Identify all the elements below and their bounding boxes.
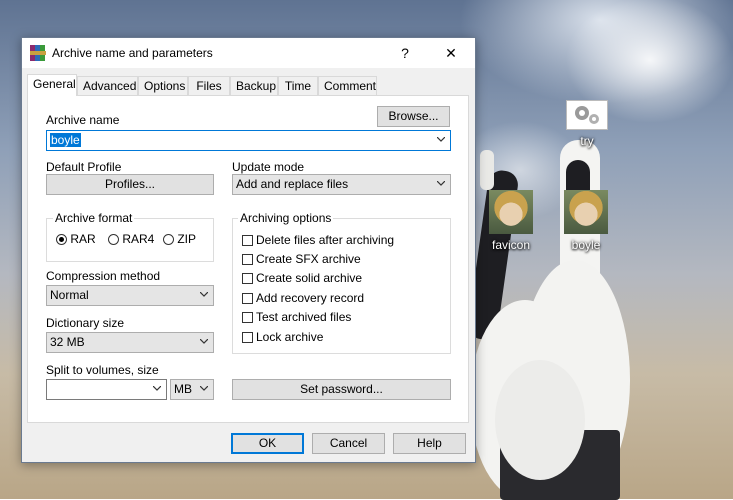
tab-time[interactable]: Time — [278, 76, 318, 95]
anime-avatar-icon — [564, 190, 608, 234]
check-label: Lock archive — [256, 330, 324, 344]
chevron-down-icon — [200, 292, 208, 297]
desktop-icon-favicon[interactable]: favicon — [481, 190, 541, 252]
split-volumes-label: Split to volumes, size — [46, 363, 159, 377]
radio-rar[interactable]: RAR — [56, 232, 96, 246]
update-mode-label: Update mode — [232, 160, 305, 174]
archive-format-label: Archive format — [53, 211, 135, 225]
update-mode-select[interactable]: Add and replace files — [232, 174, 451, 195]
dictionary-size-value: 32 MB — [50, 335, 85, 349]
check-label: Add recovery record — [256, 291, 365, 305]
checkbox-icon — [242, 293, 253, 304]
tab-backup[interactable]: Backup — [230, 76, 278, 95]
archive-name-value: boyle — [50, 133, 81, 147]
browse-button[interactable]: Browse... — [377, 106, 450, 127]
checkbox-icon — [242, 254, 253, 265]
checkbox-icon — [242, 273, 253, 284]
ok-button[interactable]: OK — [231, 433, 304, 454]
crane-body-center — [495, 360, 585, 480]
chevron-down-icon[interactable] — [153, 386, 161, 392]
gears-icon — [566, 100, 608, 130]
desktop-icon-label: try — [580, 134, 594, 148]
chevron-down-icon — [437, 181, 445, 186]
chevron-down-icon[interactable] — [437, 137, 445, 143]
archiving-options-label: Archiving options — [238, 211, 334, 225]
dictionary-size-label: Dictionary size — [46, 316, 125, 330]
winrar-app-icon — [30, 45, 46, 61]
dialog-title: Archive name and parameters — [52, 46, 213, 60]
radio-rar4[interactable]: RAR4 — [108, 232, 154, 246]
help-title-button[interactable]: ? — [384, 38, 426, 68]
compression-method-select[interactable]: Normal — [46, 285, 214, 306]
tab-files[interactable]: Files — [188, 76, 230, 95]
desktop-icon-label: boyle — [571, 238, 601, 252]
desktop-icon-try[interactable]: try — [557, 100, 617, 148]
profiles-button[interactable]: Profiles... — [46, 174, 214, 195]
desktop-icon-boyle[interactable]: boyle — [556, 190, 616, 252]
radio-label: ZIP — [177, 232, 197, 246]
general-tab-panel: Archive name Browse... boyle Default Pro… — [27, 95, 469, 423]
cancel-button[interactable]: Cancel — [312, 433, 385, 454]
radio-label: RAR4 — [122, 232, 155, 246]
checkbox-icon — [242, 235, 253, 246]
close-icon[interactable]: ✕ — [430, 38, 472, 68]
tab-advanced[interactable]: Advanced — [77, 76, 138, 95]
check-delete-files[interactable]: Delete files after archiving — [242, 233, 394, 247]
dictionary-size-select[interactable]: 32 MB — [46, 332, 214, 353]
tab-options[interactable]: Options — [138, 76, 188, 95]
default-profile-label: Default Profile — [46, 160, 122, 174]
update-mode-value: Add and replace files — [236, 177, 349, 191]
compression-method-value: Normal — [50, 288, 89, 302]
radio-zip[interactable]: ZIP — [163, 232, 196, 246]
radio-selected-icon — [56, 234, 67, 245]
radio-unselected-icon — [108, 234, 119, 245]
archive-name-input[interactable]: boyle — [46, 130, 451, 151]
split-unit-select[interactable]: MB — [170, 379, 214, 400]
check-label: Create SFX archive — [256, 252, 361, 266]
check-lock-archive[interactable]: Lock archive — [242, 330, 323, 344]
chevron-down-icon — [200, 386, 208, 391]
check-label: Delete files after archiving — [256, 233, 395, 247]
chevron-down-icon — [200, 339, 208, 344]
crane-head-left — [480, 150, 494, 190]
check-test-files[interactable]: Test archived files — [242, 310, 351, 324]
archive-dialog: Archive name and parameters ? ✕ General … — [21, 37, 476, 463]
set-password-button[interactable]: Set password... — [232, 379, 451, 400]
check-label: Create solid archive — [256, 271, 363, 285]
checkbox-icon — [242, 312, 253, 323]
title-bar[interactable]: Archive name and parameters ? ✕ — [22, 38, 475, 68]
tab-comment[interactable]: Comment — [318, 76, 377, 95]
check-recovery-record[interactable]: Add recovery record — [242, 291, 364, 305]
anime-avatar-icon — [489, 190, 533, 234]
archive-name-label: Archive name — [46, 113, 120, 127]
tab-general[interactable]: General — [27, 74, 77, 96]
check-create-sfx[interactable]: Create SFX archive — [242, 252, 361, 266]
split-unit-value: MB — [174, 382, 192, 396]
compression-method-label: Compression method — [46, 269, 161, 283]
split-volumes-input[interactable] — [46, 379, 167, 400]
desktop-icon-label: favicon — [491, 238, 531, 252]
check-label: Test archived files — [256, 310, 352, 324]
check-solid-archive[interactable]: Create solid archive — [242, 271, 362, 285]
radio-unselected-icon — [163, 234, 174, 245]
checkbox-icon — [242, 332, 253, 343]
help-button[interactable]: Help — [393, 433, 466, 454]
radio-label: RAR — [70, 232, 96, 246]
